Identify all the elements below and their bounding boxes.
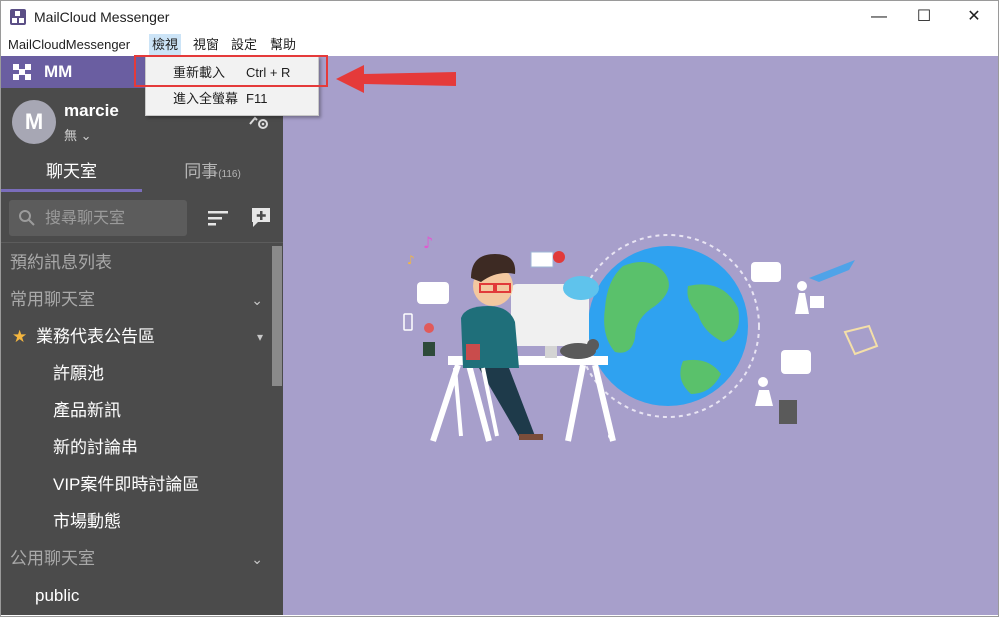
app-icon xyxy=(10,9,26,25)
channel-item[interactable]: 新的討論串 xyxy=(1,430,271,466)
scrollbar[interactable] xyxy=(272,246,282,386)
svg-text:♪: ♪ xyxy=(423,233,433,252)
chevron-down-icon[interactable]: ▾ xyxy=(257,319,263,355)
team-name: MM xyxy=(44,62,73,81)
channel-item[interactable]: 市場動態 xyxy=(1,504,271,540)
tab-colleagues[interactable]: 同事(116) xyxy=(142,152,283,192)
sort-icon[interactable] xyxy=(207,208,229,228)
channel-label: VIP案件即時討論區 xyxy=(53,475,200,494)
arrow-icon xyxy=(336,65,456,93)
section-public[interactable]: 公用聊天室 ⌄ xyxy=(1,541,271,577)
menu-view[interactable]: 檢視 xyxy=(149,34,182,56)
section-scheduled[interactable]: 預約訊息列表 xyxy=(1,245,271,281)
section-public-label: 公用聊天室 xyxy=(10,549,95,568)
sidebar: MM M marcie 無 ⌄ 聊天室 同事(116) 預約訊息列表 常用聊天室… xyxy=(1,56,283,615)
highlight-box xyxy=(134,55,328,87)
close-button[interactable]: ✕ xyxy=(951,1,997,33)
channel-label: 市場動態 xyxy=(53,512,121,531)
section-favorites[interactable]: 常用聊天室 ⌄ xyxy=(1,282,271,318)
fullscreen-label: 進入全螢幕 xyxy=(173,91,239,106)
window-title: MailCloud Messenger xyxy=(34,9,170,25)
section-favorites-label: 常用聊天室 xyxy=(10,290,95,309)
menu-window[interactable]: 視窗 xyxy=(190,34,222,56)
menu-item-fullscreen[interactable]: 進入全螢幕 F11 xyxy=(146,86,318,112)
maximize-button[interactable]: ☐ xyxy=(901,1,947,33)
favorite-group-label: 業務代表公告區 xyxy=(36,327,155,346)
welcome-illustration: ♪ ♪ xyxy=(403,233,879,442)
favorite-group[interactable]: ★ 業務代表公告區 ▾ xyxy=(1,319,271,355)
chevron-icon[interactable]: ⌄ xyxy=(251,282,263,318)
team-icon xyxy=(13,64,31,80)
search-box xyxy=(9,200,187,236)
channel-label: 許願池 xyxy=(53,364,104,383)
fullscreen-shortcut: F11 xyxy=(246,91,268,106)
add-chat-icon[interactable] xyxy=(250,206,272,228)
public-channel-label: public xyxy=(35,586,80,605)
channel-label: 新的討論串 xyxy=(53,438,138,457)
tab-chatrooms[interactable]: 聊天室 xyxy=(1,152,142,192)
title-bar: MailCloud Messenger — ☐ ✕ xyxy=(1,1,998,33)
section-scheduled-label: 預約訊息列表 xyxy=(10,253,112,272)
user-name[interactable]: marcie xyxy=(64,101,119,121)
main-panel: ♪ ♪ xyxy=(283,56,998,615)
chevron-icon[interactable]: ⌄ xyxy=(251,541,263,577)
menu-settings[interactable]: 設定 xyxy=(228,34,260,56)
public-channel-item[interactable]: public xyxy=(1,578,271,614)
divider xyxy=(1,242,283,243)
tab-colleagues-count: (116) xyxy=(218,169,241,180)
menu-app[interactable]: MailCloudMessenger xyxy=(5,34,133,56)
minimize-button[interactable]: — xyxy=(856,1,902,33)
tab-colleagues-label: 同事 xyxy=(184,162,219,181)
channel-label: 產品新訊 xyxy=(53,401,121,420)
user-status[interactable]: 無 ⌄ xyxy=(64,125,92,144)
avatar[interactable]: M xyxy=(12,100,56,144)
tab-chatrooms-label: 聊天室 xyxy=(46,162,97,181)
menu-help[interactable]: 幫助 xyxy=(267,34,299,56)
channel-item[interactable]: 許願池 xyxy=(1,356,271,392)
search-icon xyxy=(19,210,35,226)
menu-bar: MailCloudMessenger 檢視 視窗 設定 幫助 xyxy=(1,34,998,56)
star-icon: ★ xyxy=(12,327,28,346)
sidebar-tabs: 聊天室 同事(116) xyxy=(1,152,283,192)
channel-item[interactable]: VIP案件即時討論區 xyxy=(1,467,271,503)
svg-text:♪: ♪ xyxy=(407,253,415,267)
search-input[interactable] xyxy=(43,207,187,231)
channel-item[interactable]: 產品新訊 xyxy=(1,393,271,429)
